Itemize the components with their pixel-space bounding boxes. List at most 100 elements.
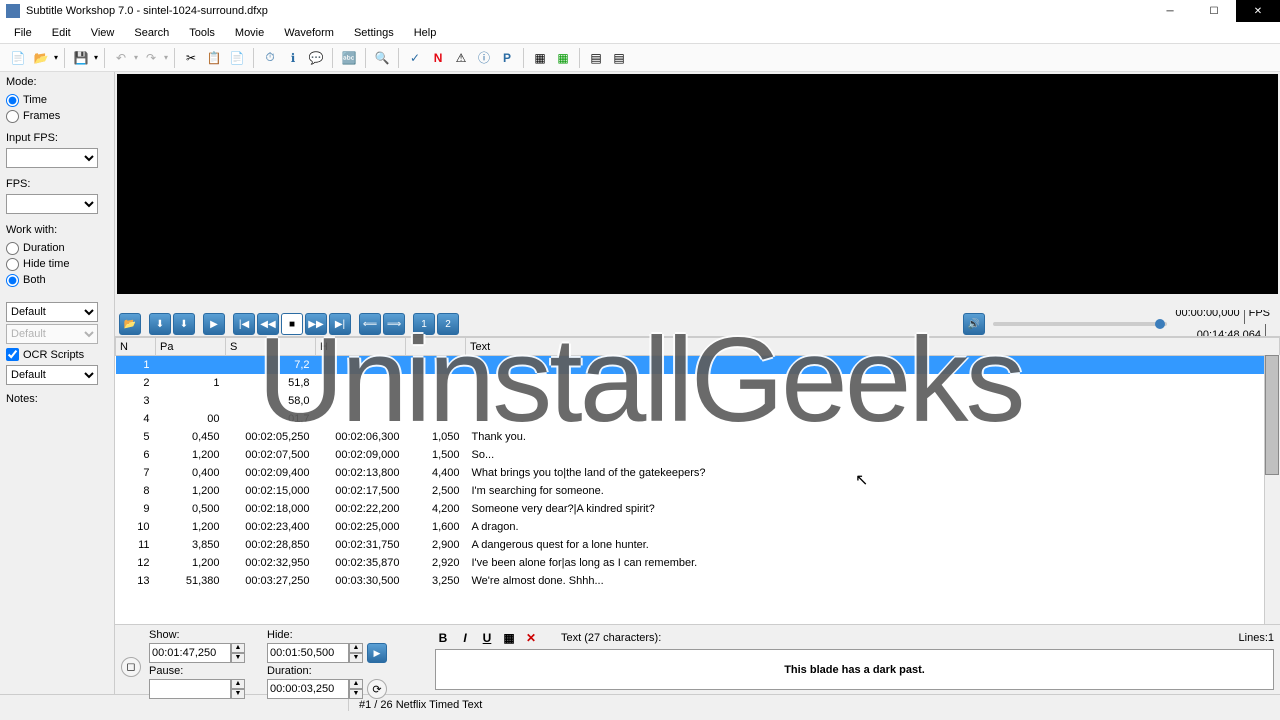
input-fps-select[interactable]	[6, 148, 98, 168]
ff-button[interactable]: ▶▶	[305, 313, 327, 335]
table-row[interactable]: 70,40000:02:09,40000:02:13,8004,400What …	[116, 464, 1280, 482]
mark-out-button[interactable]: ⟹	[383, 313, 405, 335]
open-movie-button[interactable]: 📂	[119, 313, 141, 335]
timeline[interactable]	[117, 296, 1278, 310]
minimize-button[interactable]: ─	[1148, 0, 1192, 22]
col-show[interactable]: S	[226, 338, 316, 356]
new-icon[interactable]: 📄	[8, 48, 28, 68]
time-icon[interactable]: ⏱	[260, 48, 280, 68]
copy-icon[interactable]: 📋	[204, 48, 224, 68]
radio-both[interactable]	[6, 274, 19, 287]
table-row[interactable]: 121,20000:02:32,95000:02:35,8702,920I've…	[116, 554, 1280, 572]
mark-in-button[interactable]: ⟸	[359, 313, 381, 335]
table-row[interactable]: 113,85000:02:28,85000:02:31,7502,900A da…	[116, 536, 1280, 554]
play-button[interactable]: ■	[281, 313, 303, 335]
close-button[interactable]: ✕	[1236, 0, 1280, 22]
redo-icon[interactable]: ↷	[141, 48, 161, 68]
netflix-icon[interactable]: N	[428, 48, 448, 68]
menu-settings[interactable]: Settings	[344, 24, 404, 42]
table-row[interactable]: 81,20000:02:15,00000:02:17,5002,500I'm s…	[116, 482, 1280, 500]
table-row[interactable]: 61,20000:02:07,50000:02:09,0001,500So...	[116, 446, 1280, 464]
balloon-icon[interactable]: 💬	[306, 48, 326, 68]
text-stats-label: Text (27 characters):	[561, 632, 661, 644]
default2-select: Default	[6, 324, 98, 344]
volume-slider[interactable]	[993, 322, 1167, 326]
remove-fmt-button[interactable]: ✕	[523, 630, 539, 646]
menu-search[interactable]: Search	[124, 24, 179, 42]
fps-select[interactable]	[6, 194, 98, 214]
menu-view[interactable]: View	[81, 24, 125, 42]
info-icon[interactable]: ℹ	[283, 48, 303, 68]
video-panel[interactable]	[117, 74, 1278, 294]
table-row[interactable]: 40001,7	[116, 410, 1280, 428]
underline-button[interactable]: U	[479, 630, 495, 646]
italic-button[interactable]: I	[457, 630, 473, 646]
duration-input[interactable]	[267, 679, 349, 699]
paste-icon[interactable]: 📄	[227, 48, 247, 68]
col-num[interactable]: N	[116, 338, 156, 356]
col-text[interactable]: Text	[466, 338, 1280, 356]
save-icon[interactable]: 💾	[71, 48, 91, 68]
radio-time[interactable]	[6, 94, 19, 107]
color-button[interactable]: ▦	[501, 630, 517, 646]
translate-icon[interactable]: 🔤	[339, 48, 359, 68]
list1-icon[interactable]: ▤	[586, 48, 606, 68]
search-icon[interactable]: 🔍	[372, 48, 392, 68]
cut-icon[interactable]: ✂	[181, 48, 201, 68]
default1-select[interactable]: Default	[6, 302, 98, 322]
show-label: Show:	[149, 629, 257, 641]
subtitle-text-input[interactable]: This blade has a dark past.	[435, 649, 1274, 690]
menu-waveform[interactable]: Waveform	[274, 24, 344, 42]
warning-icon[interactable]: ⚠	[451, 48, 471, 68]
ocr-checkbox[interactable]	[6, 348, 19, 361]
p-icon[interactable]: P	[497, 48, 517, 68]
table-row[interactable]: 1351,38000:03:27,25000:03:30,5003,250We'…	[116, 572, 1280, 590]
prev-mark-button[interactable]: ⬇	[149, 313, 171, 335]
radio-duration[interactable]	[6, 242, 19, 255]
table-row[interactable]: 50,45000:02:05,25000:02:06,3001,050Thank…	[116, 428, 1280, 446]
menu-edit[interactable]: Edit	[42, 24, 81, 42]
apply-dur-button[interactable]: ⟳	[367, 679, 387, 699]
menu-tools[interactable]: Tools	[179, 24, 225, 42]
lock-show-button[interactable]: ◻	[121, 657, 141, 677]
maximize-button[interactable]: ☐	[1192, 0, 1236, 22]
open-icon[interactable]: 📂	[31, 48, 51, 68]
sync2-button[interactable]: 2	[437, 313, 459, 335]
spellcheck-icon[interactable]: ✓	[405, 48, 425, 68]
table-row[interactable]: 101,20000:02:23,40000:02:25,0001,600A dr…	[116, 518, 1280, 536]
col-hide[interactable]: H	[316, 338, 406, 356]
table-row[interactable]: 90,50000:02:18,00000:02:22,2004,200Someo…	[116, 500, 1280, 518]
undo-icon[interactable]: ↶	[111, 48, 131, 68]
table-row[interactable]: 17,2	[116, 356, 1280, 374]
col-pause[interactable]: Pa	[156, 338, 226, 356]
forward-button[interactable]: ▶	[203, 313, 225, 335]
panel2-icon[interactable]: ▦	[553, 48, 573, 68]
menu-help[interactable]: Help	[404, 24, 447, 42]
sync1-button[interactable]: 1	[413, 313, 435, 335]
default3-select[interactable]: Default	[6, 365, 98, 385]
first-button[interactable]: |◀	[233, 313, 255, 335]
info2-icon[interactable]: ⓘ	[474, 48, 494, 68]
next-mark-button[interactable]: ⬇	[173, 313, 195, 335]
bold-button[interactable]: B	[435, 630, 451, 646]
vertical-scrollbar[interactable]	[1264, 355, 1280, 624]
window-title: Subtitle Workshop 7.0 - sintel-1024-surr…	[26, 5, 1148, 17]
volume-button[interactable]: 🔊	[963, 313, 985, 335]
subtitle-grid[interactable]: N Pa S H Text 17,22151,8358,040001,750,4…	[115, 336, 1280, 624]
last-button[interactable]: ▶|	[329, 313, 351, 335]
panel1-icon[interactable]: ▦	[530, 48, 550, 68]
hide-input[interactable]	[267, 643, 349, 663]
duration-label: Duration:	[267, 665, 399, 677]
radio-hide[interactable]	[6, 258, 19, 271]
col-dur[interactable]	[406, 338, 466, 356]
menu-file[interactable]: File	[4, 24, 42, 42]
list2-icon[interactable]: ▤	[609, 48, 629, 68]
menu-movie[interactable]: Movie	[225, 24, 274, 42]
radio-frames[interactable]	[6, 110, 19, 123]
table-row[interactable]: 2151,8	[116, 374, 1280, 392]
pause-input[interactable]	[149, 679, 231, 699]
table-row[interactable]: 358,0	[116, 392, 1280, 410]
apply-hide-button[interactable]: ▶	[367, 643, 387, 663]
rewind-button[interactable]: ◀◀	[257, 313, 279, 335]
show-input[interactable]	[149, 643, 231, 663]
